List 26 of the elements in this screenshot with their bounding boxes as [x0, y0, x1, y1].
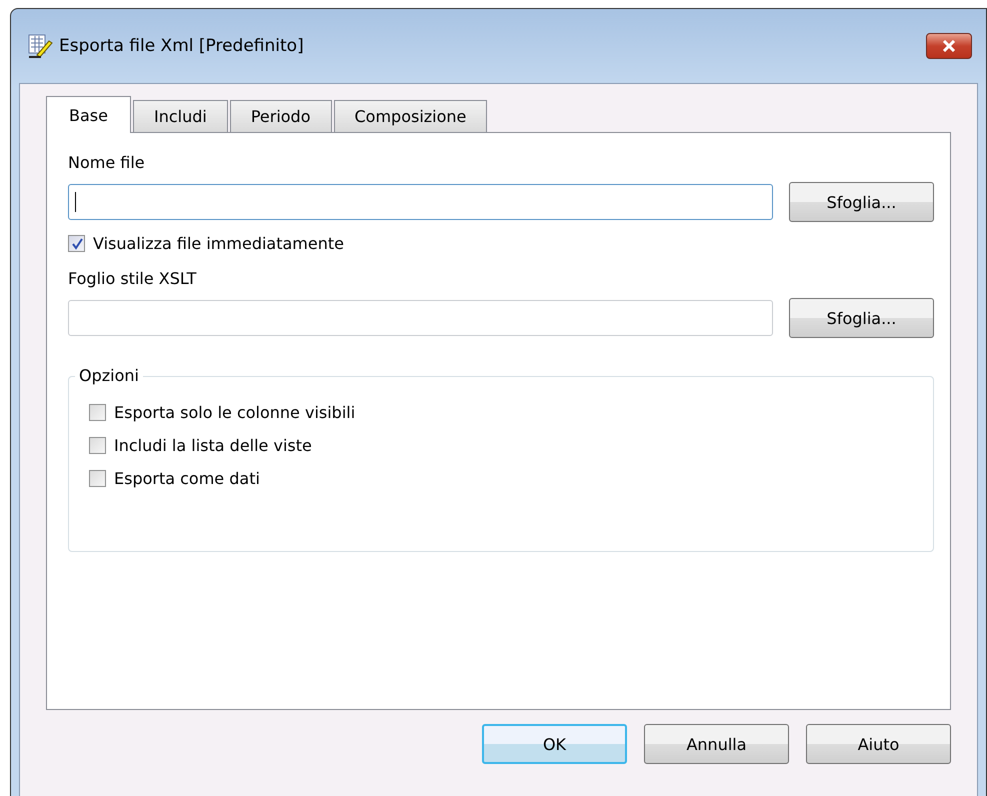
text-field[interactable]	[68, 184, 773, 220]
field-label: Foglio stile XSLT	[68, 269, 196, 288]
checkbox-label: Esporta solo le colonne visibili	[114, 403, 356, 422]
checkbox[interactable]	[89, 404, 106, 421]
window-title: Esporta file Xml [Predefinito]	[59, 36, 305, 56]
tab[interactable]: Includi	[132, 100, 228, 132]
checkbox-label: Includi la lista delle viste	[114, 436, 312, 455]
checkbox[interactable]	[68, 235, 85, 252]
dialog-button[interactable]: Aiuto	[806, 724, 951, 764]
field-label: Nome file	[68, 153, 145, 172]
group-title: Opzioni	[75, 366, 143, 385]
dialog-button[interactable]: Annulla	[644, 724, 789, 764]
checkbox-label: Visualizza file immediatamente	[93, 234, 344, 253]
text-field[interactable]	[68, 300, 773, 336]
browse-button[interactable]: Sfoglia...	[789, 182, 934, 222]
close-icon	[942, 40, 956, 52]
browse-button[interactable]: Sfoglia...	[789, 298, 934, 338]
tab[interactable]: Base	[46, 96, 131, 133]
tab[interactable]: Composizione	[334, 100, 488, 132]
dialog-button[interactable]: OK	[482, 724, 627, 764]
table-pencil-icon	[27, 33, 53, 59]
checkbox[interactable]	[89, 470, 106, 487]
close-button[interactable]	[926, 33, 972, 59]
checkbox[interactable]	[89, 437, 106, 454]
checkbox-label: Esporta come dati	[114, 469, 260, 488]
tab[interactable]: Periodo	[230, 100, 332, 132]
